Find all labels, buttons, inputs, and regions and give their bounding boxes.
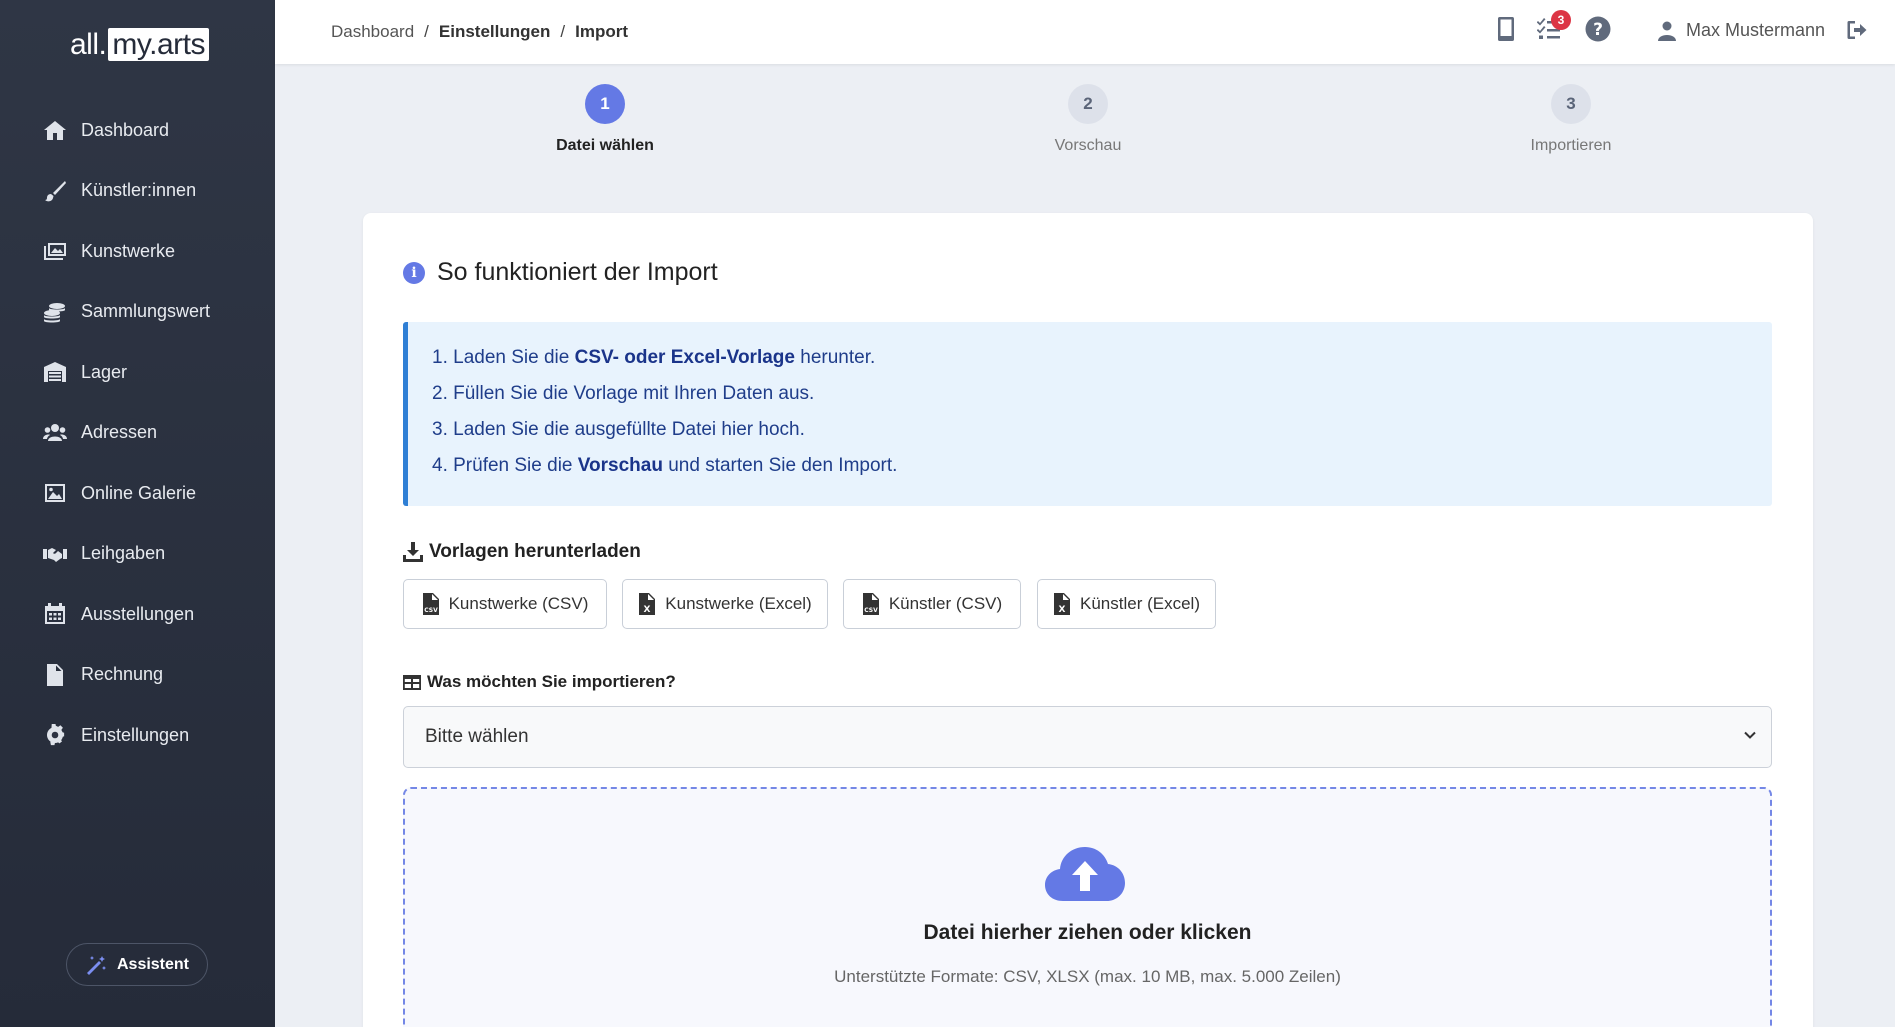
sidebar-item-label: Lager xyxy=(81,361,128,382)
breadcrumb-import: Import xyxy=(575,22,628,41)
instruction-2: 2. Füllen Sie die Vorlage mit Ihren Date… xyxy=(432,383,815,404)
user-menu[interactable]: Max Mustermann xyxy=(1658,20,1825,41)
svg-text:X: X xyxy=(644,605,651,615)
sidebar-item-ausstellungen[interactable]: Ausstellungen xyxy=(0,584,275,645)
handshake-icon xyxy=(42,543,68,565)
sidebar-item-lager[interactable]: Lager xyxy=(0,342,275,403)
cloud-upload-icon xyxy=(1045,847,1125,901)
step-2: 2 Vorschau xyxy=(988,84,1188,155)
instruction-1: 1. Laden Sie die CSV- oder Excel-Vorlage… xyxy=(432,347,876,368)
assistant-button-label: Assistent xyxy=(116,955,190,973)
image-icon xyxy=(42,482,68,504)
breadcrumb-einstellungen[interactable]: Einstellungen xyxy=(439,22,550,42)
brush-icon xyxy=(42,180,68,202)
sidebar-item-leihgaben[interactable]: Leihgaben xyxy=(0,524,275,585)
assistant-button[interactable]: Assistent xyxy=(66,943,208,986)
import-type-label: Was möchten Sie importieren? xyxy=(403,672,676,692)
step-label: Datei wählen xyxy=(556,137,654,154)
download-kuenstler-csv-button[interactable]: CSV Künstler (CSV) xyxy=(843,579,1021,629)
step-number: 3 xyxy=(1551,84,1591,124)
file-dropzone[interactable]: Datei hierher ziehen oder klicken Unters… xyxy=(403,787,1772,1027)
chevron-down-icon xyxy=(1744,731,1756,739)
file-excel-icon: X xyxy=(639,593,656,615)
sidebar-item-kunstwerke[interactable]: Kunstwerke xyxy=(0,221,275,282)
home-icon xyxy=(42,119,68,141)
user-name: Max Mustermann xyxy=(1686,20,1826,40)
sidebar-item-label: Online Galerie xyxy=(81,482,197,503)
file-excel-icon: X xyxy=(1054,593,1070,615)
topbar: Dashboard / Einstellungen / Import 3 ? M… xyxy=(275,0,1895,64)
download-kunstwerke-excel-button[interactable]: X Kunstwerke (Excel) xyxy=(622,579,828,629)
dropzone-title: Datei hierher ziehen oder klicken xyxy=(923,921,1252,944)
warehouse-icon xyxy=(42,361,68,383)
svg-text:X: X xyxy=(1059,605,1066,615)
sidebar-item-label: Einstellungen xyxy=(81,724,190,745)
breadcrumb-dashboard[interactable]: Dashboard xyxy=(331,22,414,42)
gear-icon xyxy=(42,724,68,746)
users-icon xyxy=(42,422,68,444)
import-type-selected-value: Bitte wählen xyxy=(425,726,529,747)
templates-heading: Vorlagen herunterladen xyxy=(403,541,641,563)
help-icon[interactable]: ? xyxy=(1585,16,1611,47)
logout-icon[interactable] xyxy=(1847,20,1869,45)
sidebar-item-einstellungen[interactable]: Einstellungen xyxy=(0,705,275,766)
table-icon xyxy=(403,674,421,690)
card-title-text: So funktioniert der Import xyxy=(437,258,718,286)
download-kuenstler-excel-button[interactable]: X Künstler (Excel) xyxy=(1037,579,1216,629)
sidebar-item-label: Dashboard xyxy=(81,119,170,140)
svg-text:CSV: CSV xyxy=(864,607,878,614)
step-3: 3 Importieren xyxy=(1471,84,1671,155)
instruction-4: 4. Prüfen Sie die Vorschau und starten S… xyxy=(432,455,898,476)
sidebar: all. my.arts Dashboard Künstler:innen Kun… xyxy=(0,0,275,1027)
dropzone-subtitle: Unterstützte Formate: CSV, XLSX (max. 10… xyxy=(834,967,1341,986)
card-title: i So funktioniert der Import xyxy=(403,258,718,287)
sidebar-item-label: Künstler:innen xyxy=(81,180,197,201)
step-number: 2 xyxy=(1068,84,1108,124)
app-logo[interactable]: all. my.arts xyxy=(70,28,209,62)
magic-wand-icon xyxy=(86,955,106,975)
instructions-box: 1. Laden Sie die CSV- oder Excel-Vorlage… xyxy=(403,322,1772,506)
user-icon xyxy=(1658,21,1676,41)
svg-text:CSV: CSV xyxy=(424,607,438,614)
breadcrumb-separator: / xyxy=(560,22,566,41)
sidebar-item-label: Rechnung xyxy=(81,664,164,685)
mobile-icon[interactable] xyxy=(1497,16,1515,47)
sidebar-item-label: Sammlungswert xyxy=(81,301,211,322)
sidebar-item-adressen[interactable]: Adressen xyxy=(0,403,275,464)
sidebar-item-label: Leihgaben xyxy=(81,543,166,564)
download-icon xyxy=(403,542,423,562)
sidebar-item-dashboard[interactable]: Dashboard xyxy=(0,100,275,161)
import-type-select[interactable]: Bitte wählen xyxy=(403,706,1772,768)
info-icon: i xyxy=(403,261,425,284)
invoice-icon xyxy=(42,663,68,686)
sidebar-item-sammlungswert[interactable]: Sammlungswert xyxy=(0,282,275,343)
step-1: 1 Datei wählen xyxy=(505,84,705,155)
step-label: Importieren xyxy=(1530,137,1612,154)
breadcrumb-separator: / xyxy=(424,22,429,41)
file-csv-icon: CSV xyxy=(422,593,439,615)
sidebar-item-label: Adressen xyxy=(81,422,158,443)
tasks-badge: 3 xyxy=(1551,10,1571,30)
logo-text-part1: all. xyxy=(70,28,107,61)
download-kunstwerke-csv-button[interactable]: CSV Kunstwerke (CSV) xyxy=(403,579,607,629)
calendar-icon xyxy=(42,603,68,625)
sidebar-nav: Dashboard Künstler:innen Kunstwerke Samm… xyxy=(0,100,275,766)
sidebar-item-label: Ausstellungen xyxy=(81,603,195,624)
logo-text-part2: my.arts xyxy=(108,28,209,61)
sidebar-item-label: Kunstwerke xyxy=(81,240,176,261)
sidebar-item-online-galerie[interactable]: Online Galerie xyxy=(0,463,275,524)
svg-text:?: ? xyxy=(1593,20,1603,40)
sidebar-item-kuenstler[interactable]: Künstler:innen xyxy=(0,161,275,222)
tasks-icon[interactable]: 3 xyxy=(1536,10,1571,45)
import-card: i So funktioniert der Import 1. Laden Si… xyxy=(363,213,1813,1027)
coins-icon xyxy=(42,301,68,323)
file-csv-icon: CSV xyxy=(862,593,879,615)
instruction-3: 3. Laden Sie die ausgefüllte Datei hier … xyxy=(432,419,805,440)
sidebar-item-rechnung[interactable]: Rechnung xyxy=(0,645,275,706)
breadcrumb: Dashboard / Einstellungen / Import xyxy=(331,22,628,42)
step-number: 1 xyxy=(585,84,625,124)
step-label: Vorschau xyxy=(1054,137,1122,154)
images-icon xyxy=(42,240,68,262)
